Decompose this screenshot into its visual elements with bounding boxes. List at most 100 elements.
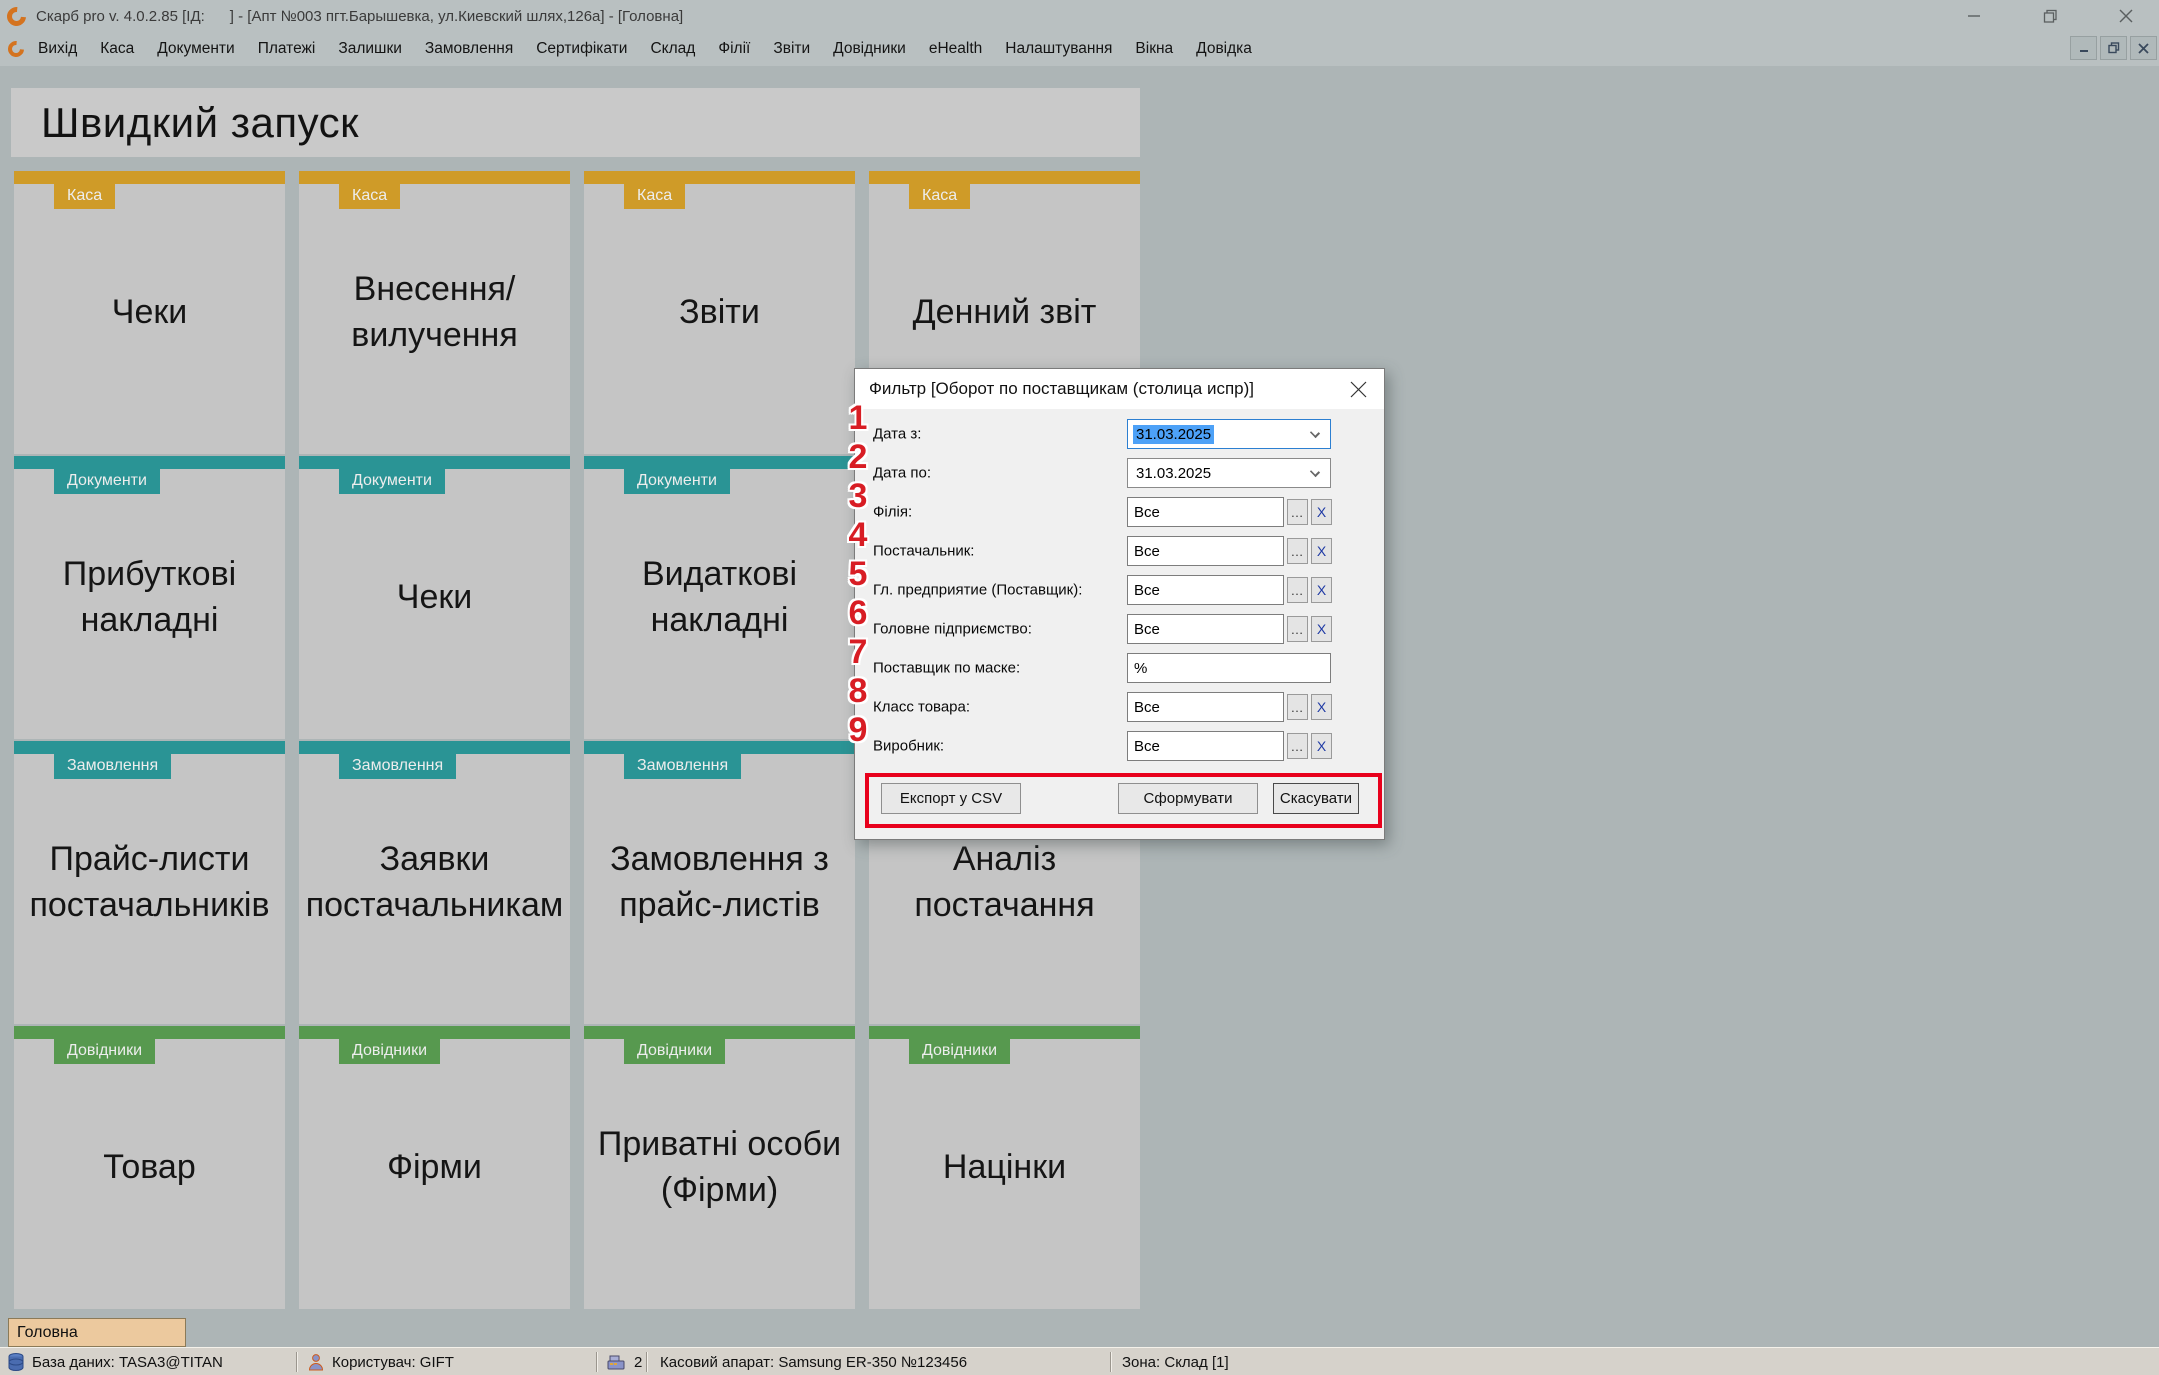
clear-button[interactable]: X bbox=[1311, 694, 1332, 720]
quick-launch-header: Швидкий запуск bbox=[11, 88, 1140, 157]
mdi-restore-button[interactable] bbox=[2100, 36, 2127, 60]
status-separator bbox=[646, 1352, 648, 1372]
menu-item-dokumenty[interactable]: Документи bbox=[155, 37, 236, 61]
menu-item-dovidnyky[interactable]: Довідники bbox=[831, 37, 908, 61]
app-logo-icon bbox=[3, 2, 30, 30]
browse-button[interactable]: … bbox=[1287, 577, 1308, 603]
annotation-number-5: 5 bbox=[848, 555, 868, 593]
date-from-combobox[interactable]: 31.03.2025 bbox=[1127, 419, 1331, 449]
gl-predpriyatie-field[interactable]: Все bbox=[1127, 575, 1284, 605]
clear-button[interactable]: X bbox=[1311, 577, 1332, 603]
clear-button[interactable]: X bbox=[1311, 733, 1332, 759]
window-close-button[interactable] bbox=[2111, 3, 2141, 29]
tile-prais-lysty-postachalnykiv[interactable]: Замовлення Прайс-листи постачальників bbox=[14, 741, 285, 1024]
tile-zvity[interactable]: Каса Звіти bbox=[584, 171, 855, 454]
menu-item-filii[interactable]: Філії bbox=[716, 37, 752, 61]
status-register-count-label: 2 bbox=[634, 1353, 643, 1371]
window-restore-button[interactable] bbox=[2035, 3, 2065, 29]
klass-tovara-field[interactable]: Все bbox=[1127, 692, 1284, 722]
tile-title: Товар bbox=[103, 1147, 196, 1186]
tile-prybutkovi-nakladni[interactable]: Документи Прибуткові накладні bbox=[14, 456, 285, 739]
menu-item-ehealth[interactable]: eHealth bbox=[927, 37, 984, 61]
status-register-count: 2 bbox=[606, 1348, 642, 1375]
tile-vnesennia-vyluchennia[interactable]: Каса Внесення/вилучення bbox=[299, 171, 570, 454]
clear-button[interactable]: X bbox=[1311, 616, 1332, 642]
filter-dialog-titlebar[interactable]: Фильтр [Оборот по поставщикам (столица и… bbox=[855, 369, 1384, 409]
tile-title: Приватні особи (Фірми) bbox=[597, 1124, 842, 1209]
field-label: Виробник: bbox=[873, 737, 945, 755]
tile-zamovlennia-z-prais-lystiv[interactable]: Замовлення Замовлення з прайс-листів bbox=[584, 741, 855, 1024]
status-user-label: Користувач: GIFT bbox=[332, 1353, 454, 1371]
filter-dialog-title: Фильтр [Оборот по поставщикам (столица и… bbox=[869, 379, 1255, 398]
menu-item-sertyfikaty[interactable]: Сертифікати bbox=[534, 37, 629, 61]
page-title: Швидкий запуск bbox=[41, 98, 360, 146]
dialog-close-button[interactable] bbox=[1336, 369, 1380, 409]
date-to-combobox[interactable]: 31.03.2025 bbox=[1127, 458, 1331, 488]
tile-title: Чеки bbox=[111, 292, 188, 331]
tile-firmy[interactable]: Довідники Фірми bbox=[299, 1026, 570, 1309]
tile-tovar[interactable]: Довідники Товар bbox=[14, 1026, 285, 1309]
menu-item-zamovlennia[interactable]: Замовлення bbox=[423, 37, 515, 61]
mdi-close-button[interactable] bbox=[2130, 36, 2157, 60]
browse-button[interactable]: … bbox=[1287, 538, 1308, 564]
cancel-button[interactable]: Скасувати bbox=[1273, 783, 1359, 814]
tile-cheky-kasa[interactable]: Каса Чеки bbox=[14, 171, 285, 454]
tile-cheky-dokumenty[interactable]: Документи Чеки bbox=[299, 456, 570, 739]
chevron-down-icon[interactable] bbox=[1309, 466, 1321, 478]
clear-button[interactable]: X bbox=[1311, 538, 1332, 564]
menu-item-zvity[interactable]: Звіти bbox=[771, 37, 812, 61]
status-zone-label: Зона: Склад [1] bbox=[1122, 1353, 1229, 1371]
tile-pryvatni-osoby[interactable]: Довідники Приватні особи (Фірми) bbox=[584, 1026, 855, 1309]
field-label: Гл. предприятие (Поставщик): bbox=[873, 581, 1083, 599]
menu-item-sklad[interactable]: Склад bbox=[648, 37, 697, 61]
browse-button[interactable]: … bbox=[1287, 694, 1308, 720]
filter-row-klass-tovara: Класс товара: Все … X bbox=[855, 692, 1384, 722]
holovne-pidpryiemstvo-field[interactable]: Все bbox=[1127, 614, 1284, 644]
cash-register-icon bbox=[606, 1354, 626, 1370]
user-icon bbox=[308, 1353, 324, 1371]
export-csv-button[interactable]: Експорт у CSV bbox=[881, 783, 1021, 814]
status-database: База даних: TASA3@TITAN bbox=[8, 1348, 223, 1375]
annotation-number-4: 4 bbox=[848, 516, 868, 554]
annotation-number-9: 9 bbox=[848, 711, 868, 749]
field-label: Постачальник: bbox=[873, 542, 975, 560]
window-titlebar: Скарб pro v. 4.0.2.85 [ІД: ] - [Апт №003… bbox=[0, 0, 2159, 32]
tile-title: Звіти bbox=[679, 292, 760, 331]
annotation-number-7: 7 bbox=[848, 633, 868, 671]
tile-zaiavky-postachalnykam[interactable]: Замовлення Заявки постачальникам bbox=[299, 741, 570, 1024]
status-database-label: База даних: TASA3@TITAN bbox=[32, 1353, 223, 1371]
status-separator bbox=[596, 1352, 598, 1372]
window-minimize-button[interactable] bbox=[1959, 3, 1989, 29]
chevron-down-icon[interactable] bbox=[1309, 427, 1321, 439]
menu-item-zalyshky[interactable]: Залишки bbox=[336, 37, 404, 61]
field-label: Філія: bbox=[873, 503, 913, 521]
filter-row-holovne-pidpryiemstvo: Головне підприємство: Все … X bbox=[855, 614, 1384, 644]
menu-item-nalashtuvannia[interactable]: Налаштування bbox=[1003, 37, 1114, 61]
browse-button[interactable]: … bbox=[1287, 499, 1308, 525]
menu-item-dovidka[interactable]: Довідка bbox=[1194, 37, 1254, 61]
filiia-field[interactable]: Все bbox=[1127, 497, 1284, 527]
filter-row-postachalnyk: Постачальник: Все … X bbox=[855, 536, 1384, 566]
postachalnyk-field[interactable]: Все bbox=[1127, 536, 1284, 566]
vyrobnyk-field[interactable]: Все bbox=[1127, 731, 1284, 761]
tile-title: Заявки постачальникам bbox=[305, 839, 564, 924]
date-to-value: 31.03.2025 bbox=[1136, 464, 1212, 482]
menu-item-vikna[interactable]: Вікна bbox=[1133, 37, 1175, 61]
browse-button[interactable]: … bbox=[1287, 616, 1308, 642]
tile-title: Замовлення з прайс-листів bbox=[610, 839, 829, 924]
mdi-minimize-button[interactable] bbox=[2070, 36, 2097, 60]
browse-button[interactable]: … bbox=[1287, 733, 1308, 759]
menu-item-kasa[interactable]: Каса bbox=[98, 37, 136, 61]
status-separator bbox=[1110, 1352, 1112, 1372]
menu-item-vykhid[interactable]: Вихід bbox=[36, 37, 79, 61]
tab-holovna[interactable]: Головна bbox=[8, 1318, 186, 1347]
clear-button[interactable]: X bbox=[1311, 499, 1332, 525]
menu-bar: Вихід Каса Документи Платежі Залишки Зам… bbox=[0, 32, 2159, 66]
filter-row-vyrobnyk: Виробник: Все … X bbox=[855, 731, 1384, 761]
mask-field[interactable]: % bbox=[1127, 653, 1331, 683]
generate-button[interactable]: Сформувати bbox=[1118, 783, 1258, 814]
annotation-number-1: 1 bbox=[848, 399, 868, 437]
tile-natsinky[interactable]: Довідники Націнки bbox=[869, 1026, 1140, 1309]
tile-vydatkovi-nakladni[interactable]: Документи Видаткові накладні bbox=[584, 456, 855, 739]
menu-item-platezhi[interactable]: Платежі bbox=[256, 37, 318, 61]
